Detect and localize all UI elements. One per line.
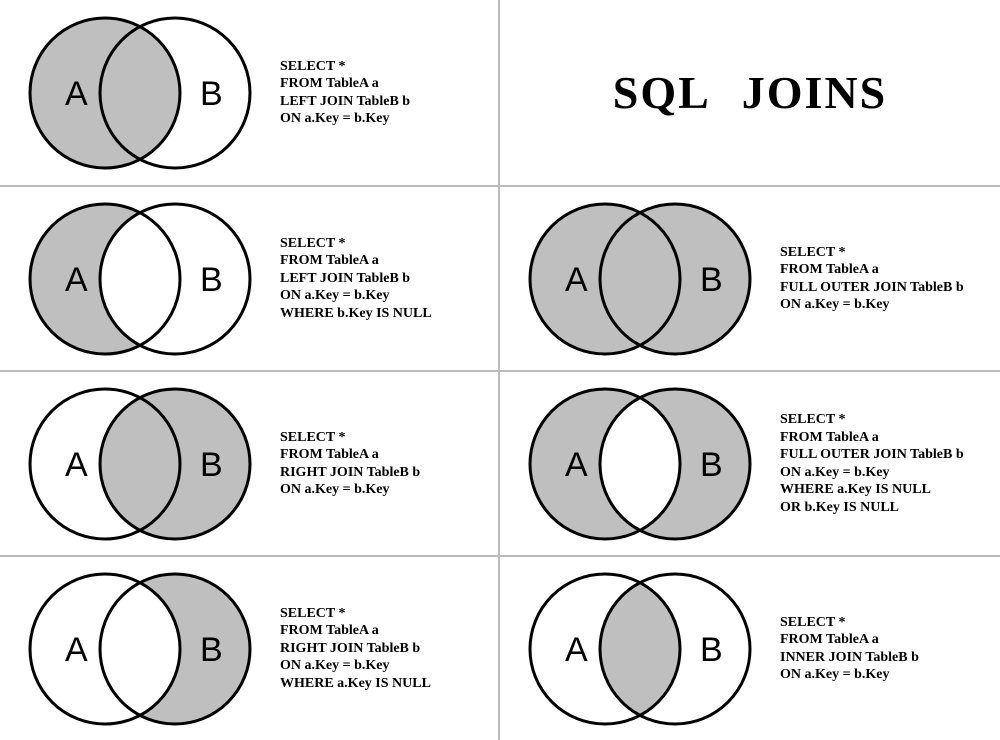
venn-left-join: A B bbox=[0, 0, 280, 185]
sql-full-outer: SELECT * FROM TableA a FULL OUTER JOIN T… bbox=[780, 244, 1000, 314]
title-cell: SQL JOINS bbox=[500, 0, 1000, 185]
cell-right-join: A B SELECT * FROM TableA a RIGHT JOIN Ta… bbox=[0, 370, 500, 555]
label-b: B bbox=[200, 75, 223, 113]
sql-left-join: SELECT * FROM TableA a LEFT JOIN TableB … bbox=[280, 58, 498, 128]
venn-full-outer: A B bbox=[500, 187, 780, 370]
venn-left-excl: A B bbox=[0, 187, 280, 370]
cell-left-join: A B SELECT * FROM TableA a LEFT JOIN Tab… bbox=[0, 0, 500, 185]
label-b: B bbox=[700, 261, 723, 299]
cell-full-outer: A B SELECT * FROM TableA a FULL OUTER JO… bbox=[500, 185, 1000, 370]
sql-joins-grid: A B SELECT * FROM TableA a LEFT JOIN Tab… bbox=[0, 0, 1000, 740]
venn-inner-join: A B bbox=[500, 557, 780, 740]
venn-right-join: A B bbox=[0, 372, 280, 555]
page-title: SQL JOINS bbox=[613, 66, 888, 119]
sql-right-join: SELECT * FROM TableA a RIGHT JOIN TableB… bbox=[280, 429, 498, 499]
cell-outer-excl: A B SELECT * FROM TableA a FULL OUTER JO… bbox=[500, 370, 1000, 555]
label-a: A bbox=[565, 446, 588, 484]
sql-right-excl: SELECT * FROM TableA a RIGHT JOIN TableB… bbox=[280, 605, 498, 693]
label-b: B bbox=[200, 446, 223, 484]
cell-left-excl: A B SELECT * FROM TableA a LEFT JOIN Tab… bbox=[0, 185, 500, 370]
label-b: B bbox=[200, 261, 223, 299]
label-b: B bbox=[700, 446, 723, 484]
cell-inner-join: A B SELECT * FROM TableA a INNER JOIN Ta… bbox=[500, 555, 1000, 740]
label-a: A bbox=[565, 261, 588, 299]
label-a: A bbox=[65, 446, 88, 484]
label-b: B bbox=[700, 631, 723, 669]
label-a: A bbox=[65, 75, 88, 113]
label-a: A bbox=[65, 631, 88, 669]
cell-right-excl: A B SELECT * FROM TableA a RIGHT JOIN Ta… bbox=[0, 555, 500, 740]
venn-right-excl: A B bbox=[0, 557, 280, 740]
label-b: B bbox=[200, 631, 223, 669]
sql-inner-join: SELECT * FROM TableA a INNER JOIN TableB… bbox=[780, 614, 1000, 684]
label-a: A bbox=[65, 261, 88, 299]
venn-outer-excl: A B bbox=[500, 372, 780, 555]
label-a: A bbox=[565, 631, 588, 669]
sql-outer-excl: SELECT * FROM TableA a FULL OUTER JOIN T… bbox=[780, 411, 1000, 516]
sql-left-excl: SELECT * FROM TableA a LEFT JOIN TableB … bbox=[280, 235, 498, 323]
